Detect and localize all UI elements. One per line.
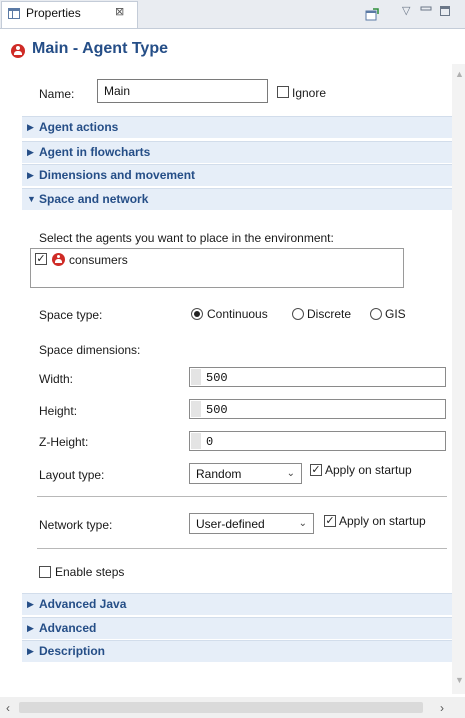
name-label: Name:	[39, 87, 75, 101]
field-marker	[191, 433, 201, 449]
space-type-gis-radio[interactable]	[370, 308, 382, 320]
scroll-up-icon[interactable]: ▲	[455, 69, 464, 79]
close-tab-icon[interactable]: ⊠	[115, 5, 124, 18]
properties-view-icon	[8, 8, 20, 19]
scroll-down-icon[interactable]: ▼	[455, 675, 464, 685]
network-apply-on-startup-label: Apply on startup	[339, 514, 426, 528]
scroll-right-icon[interactable]: ›	[440, 701, 444, 715]
space-type-continuous-radio[interactable]	[191, 308, 203, 320]
chevron-down-icon: ⌄	[298, 518, 307, 529]
new-window-icon[interactable]	[364, 6, 380, 22]
expand-arrow-icon: ▶	[27, 623, 34, 633]
space-type-discrete-label: Discrete	[307, 307, 352, 321]
section-advanced[interactable]: ▶ Advanced	[22, 617, 452, 639]
layout-apply-on-startup-label: Apply on startup	[325, 463, 412, 477]
divider	[37, 496, 447, 497]
network-apply-on-startup-checkbox[interactable]: ✓	[324, 515, 336, 527]
section-label: Advanced	[39, 621, 97, 635]
network-type-label: Network type:	[39, 518, 113, 532]
height-value: 500	[206, 403, 228, 417]
width-label: Width:	[39, 372, 74, 386]
height-input[interactable]: 500	[189, 399, 446, 419]
field-marker	[191, 369, 201, 385]
minimize-icon[interactable]	[420, 4, 432, 13]
page-title: Main - Agent Type	[32, 40, 168, 57]
agent-icon	[52, 253, 65, 266]
agent-name: consumers	[69, 253, 128, 267]
space-dimensions-label: Space dimensions:	[39, 343, 141, 357]
section-dimensions-and-movement[interactable]: ▶ Dimensions and movement	[22, 164, 452, 186]
vertical-scrollbar[interactable]	[452, 64, 465, 694]
network-type-value: User-defined	[196, 517, 265, 531]
expand-arrow-icon: ▶	[27, 599, 34, 609]
expand-arrow-icon: ▶	[27, 122, 34, 132]
divider	[37, 548, 447, 549]
section-label: Space and network	[39, 192, 149, 206]
view-menu-icon[interactable]: ▽	[402, 4, 410, 17]
expand-arrow-icon: ▶	[27, 170, 34, 180]
z-height-value: 0	[206, 435, 214, 449]
agents-prompt: Select the agents you want to place in t…	[39, 231, 334, 245]
width-input[interactable]: 500	[189, 367, 446, 387]
space-type-continuous-label: Continuous	[207, 307, 268, 321]
layout-apply-on-startup-checkbox[interactable]: ✓	[310, 464, 322, 476]
layout-type-value: Random	[196, 467, 242, 481]
expand-arrow-icon: ▶	[27, 646, 34, 656]
width-value: 500	[206, 371, 228, 385]
section-description[interactable]: ▶ Description	[22, 640, 452, 662]
section-agent-in-flowcharts[interactable]: ▶ Agent in flowcharts	[22, 141, 452, 163]
section-label: Description	[39, 644, 106, 658]
enable-steps-label: Enable steps	[55, 565, 125, 579]
section-label: Agent actions	[39, 120, 119, 134]
agent-checkbox-consumers[interactable]: ✓	[35, 253, 47, 265]
ignore-checkbox[interactable]	[277, 86, 289, 98]
agent-type-icon	[11, 44, 25, 58]
space-type-label: Space type:	[39, 308, 103, 322]
name-input[interactable]	[97, 79, 268, 103]
expand-arrow-icon: ▶	[27, 147, 34, 157]
section-label: Advanced Java	[39, 597, 127, 611]
ignore-label: Ignore	[292, 86, 327, 100]
section-space-and-network[interactable]: ▼ Space and network	[22, 188, 452, 210]
z-height-label: Z-Height:	[39, 435, 89, 449]
horizontal-scroll-thumb[interactable]	[19, 702, 423, 713]
section-advanced-java[interactable]: ▶ Advanced Java	[22, 593, 452, 615]
scroll-left-icon[interactable]: ‹	[6, 701, 10, 715]
properties-tab-label: Properties	[26, 6, 81, 20]
chevron-down-icon: ⌄	[286, 468, 295, 479]
space-type-gis-label: GIS	[385, 307, 406, 321]
layout-type-label: Layout type:	[39, 468, 105, 482]
section-label: Dimensions and movement	[39, 168, 196, 182]
field-marker	[191, 401, 201, 417]
space-type-discrete-radio[interactable]	[292, 308, 304, 320]
z-height-input[interactable]: 0	[189, 431, 446, 451]
section-label: Agent in flowcharts	[39, 145, 151, 159]
network-type-select[interactable]: User-defined ⌄	[189, 513, 314, 534]
collapse-arrow-icon: ▼	[27, 194, 36, 204]
section-agent-actions[interactable]: ▶ Agent actions	[22, 116, 452, 138]
height-label: Height:	[39, 404, 78, 418]
layout-type-select[interactable]: Random ⌄	[189, 463, 302, 484]
enable-steps-checkbox[interactable]	[39, 566, 51, 578]
maximize-icon[interactable]	[440, 6, 450, 16]
